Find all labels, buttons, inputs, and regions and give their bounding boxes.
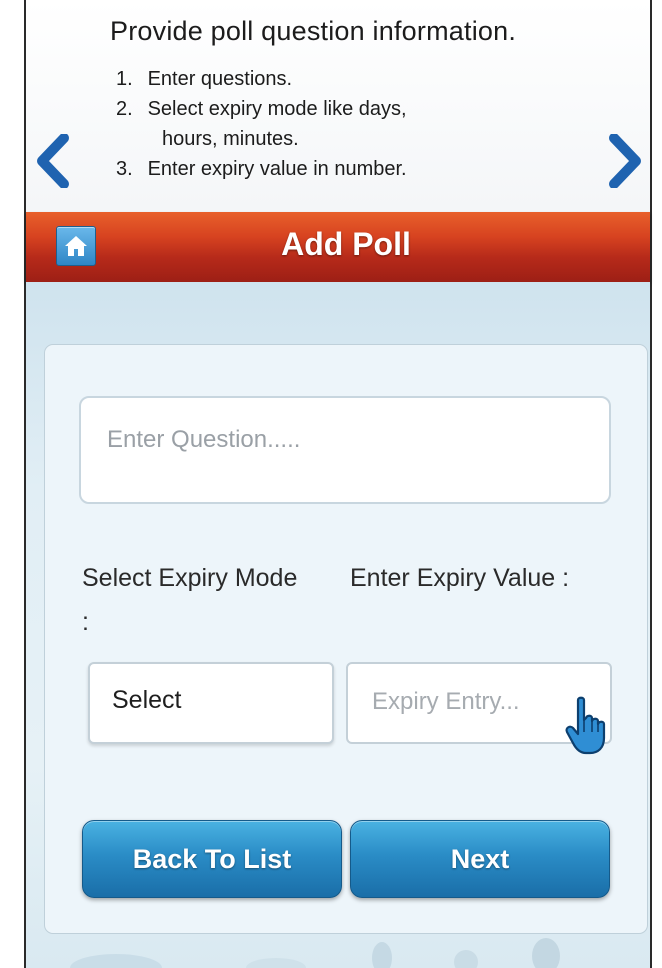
expiry-mode-label: Select Expiry Mode : bbox=[82, 564, 298, 636]
screen-frame-left bbox=[0, 0, 26, 968]
next-slide-button[interactable] bbox=[608, 133, 644, 189]
instructions-panel: Provide poll question information. 1. En… bbox=[26, 0, 650, 212]
instructions-title: Provide poll question information. bbox=[110, 16, 517, 46]
instructions-list: 1. Enter questions. 2. Select expiry mod… bbox=[116, 64, 407, 184]
page-title: Add Poll bbox=[281, 226, 411, 262]
instruction-step-1: 1. Enter questions. bbox=[116, 68, 293, 90]
expiry-mode-select[interactable]: Select bbox=[88, 662, 334, 744]
next-button[interactable]: Next bbox=[350, 820, 610, 898]
question-input[interactable]: Enter Question..... bbox=[79, 396, 611, 504]
instruction-step-2: 2. Select expiry mode like days, bbox=[116, 98, 407, 120]
instruction-step-3: 3. Enter expiry value in number. bbox=[116, 158, 407, 180]
prev-slide-button[interactable] bbox=[34, 133, 70, 189]
expiry-value-label: Enter Expiry Value : bbox=[350, 564, 570, 592]
hand-pointer-icon bbox=[565, 696, 606, 755]
back-to-list-button[interactable]: Back To List bbox=[82, 820, 342, 898]
background-decoration bbox=[70, 938, 560, 968]
app-header: Add Poll bbox=[26, 212, 650, 282]
chevron-right-icon bbox=[609, 133, 641, 189]
screen-frame-right bbox=[650, 0, 662, 968]
chevron-left-icon bbox=[37, 133, 69, 189]
instruction-step-2-continued: hours, minutes. bbox=[162, 128, 299, 150]
